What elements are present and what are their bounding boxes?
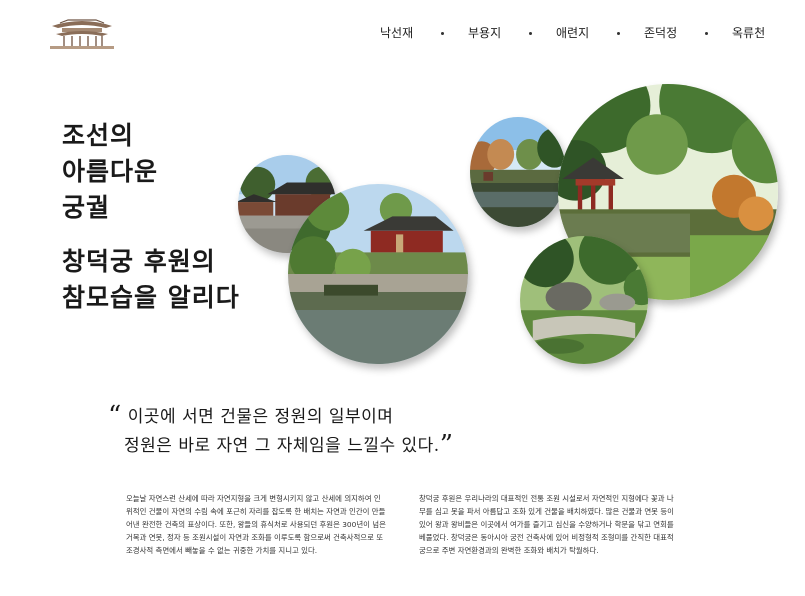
- headline-line: 창덕궁 후원의: [62, 247, 216, 276]
- photo-circle-aeryeonji-pond[interactable]: [470, 117, 566, 227]
- headline-line: 참모습을 알리다: [62, 283, 240, 312]
- quote-block: “ 이곳에 서면 건물은 정원의 일부이며 정원은 바로 자연 그 자체임을 느…: [108, 402, 454, 460]
- nav-item-nakseonjae[interactable]: 낙선재: [380, 24, 413, 41]
- quote-line: 이곳에 서면 건물은 정원의 일부이며: [127, 407, 394, 427]
- description-paragraph-left: 오늘날 자연스런 산세에 따라 자연지형을 크게 변형시키지 않고 산세에 의지…: [126, 494, 386, 555]
- nav-separator: [529, 32, 532, 35]
- headline-line: 아름다운: [62, 157, 159, 186]
- open-quote-mark: “: [108, 401, 122, 431]
- nav-separator: [705, 32, 708, 35]
- nav-separator: [617, 32, 620, 35]
- nav-item-buyongji[interactable]: 부용지: [468, 24, 501, 41]
- photo-circle-okryucheon-stream[interactable]: [520, 236, 648, 364]
- nav-item-aeryeonji[interactable]: 애련지: [556, 24, 589, 41]
- description-paragraph-right: 창덕궁 후원은 우리나라의 대표적인 전통 조원 시설로서 자연적인 지형에다 …: [419, 494, 674, 555]
- headline-line: 궁궐: [62, 193, 111, 222]
- quote-line: 정원은 바로 자연 그 자체임을 느낄수 있다.: [124, 436, 440, 456]
- nav-item-jondeokjeong[interactable]: 존덕정: [644, 24, 677, 41]
- hero-headline: 조선의 아름다운 궁궐 창덕궁 후원의 참모습을 알리다: [62, 118, 240, 316]
- headline-line: 조선의: [62, 121, 135, 150]
- nav-separator: [441, 32, 444, 35]
- nav-item-okryucheon[interactable]: 옥류천: [732, 24, 765, 41]
- close-quote-mark: ”: [439, 430, 454, 460]
- photo-circle-buyongji-pavilion[interactable]: [288, 184, 468, 364]
- top-nav: 낙선재 부용지 애련지 존덕정 옥류천: [0, 24, 805, 42]
